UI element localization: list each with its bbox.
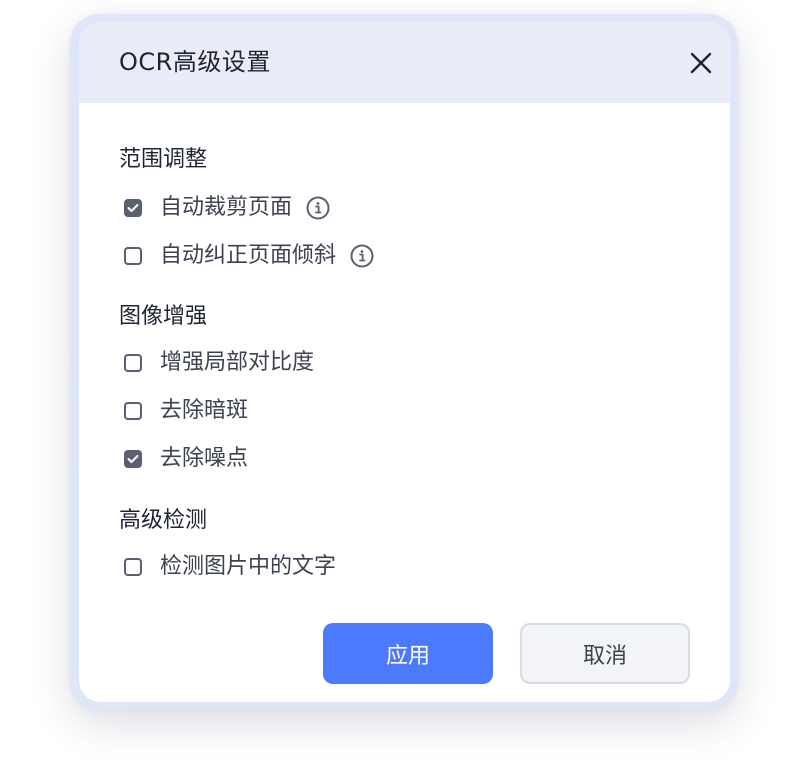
checkmark-icon: [127, 204, 139, 212]
option-detect-text-in-images[interactable]: 检测图片中的文字: [124, 552, 336, 582]
section-title-image-enhance: 图像增强: [119, 304, 208, 329]
option-label: 增强局部对比度: [160, 350, 315, 375]
option-label: 去除暗斑: [160, 398, 249, 423]
section-title-range: 范围调整: [119, 147, 208, 172]
local-contrast-checkbox[interactable]: [124, 354, 142, 372]
option-local-contrast[interactable]: 增强局部对比度: [124, 348, 314, 378]
cancel-button[interactable]: 取消: [520, 623, 690, 684]
option-label: 去除噪点: [160, 446, 249, 471]
section-title-advanced-detect: 高级检测: [119, 508, 208, 533]
remove-noise-checkbox[interactable]: [124, 450, 142, 468]
close-button[interactable]: [686, 48, 716, 78]
remove-dark-spots-checkbox[interactable]: [124, 402, 142, 420]
option-remove-dark-spots[interactable]: 去除暗斑: [124, 396, 248, 426]
info-circle-icon[interactable]: [306, 196, 330, 220]
detect-text-checkbox[interactable]: [124, 558, 142, 576]
close-icon: [690, 52, 712, 74]
ocr-settings-dialog: OCR高级设置 范围调整 自动裁剪页面 自动纠正页面倾斜 图像增强 增强局部对比…: [79, 22, 730, 702]
auto-deskew-checkbox[interactable]: [124, 247, 142, 265]
option-auto-deskew[interactable]: 自动纠正页面倾斜: [124, 241, 374, 271]
auto-crop-checkbox[interactable]: [124, 199, 142, 217]
dialog-title: OCR高级设置: [119, 48, 271, 76]
apply-button[interactable]: 应用: [323, 623, 493, 684]
option-label: 检测图片中的文字: [160, 554, 337, 579]
option-label: 自动裁剪页面: [160, 195, 293, 220]
dialog-header: OCR高级设置: [79, 22, 730, 103]
option-label: 自动纠正页面倾斜: [160, 243, 337, 268]
option-auto-crop[interactable]: 自动裁剪页面: [124, 193, 330, 223]
checkmark-icon: [127, 455, 139, 463]
option-remove-noise[interactable]: 去除噪点: [124, 444, 248, 474]
info-circle-icon[interactable]: [350, 244, 374, 268]
